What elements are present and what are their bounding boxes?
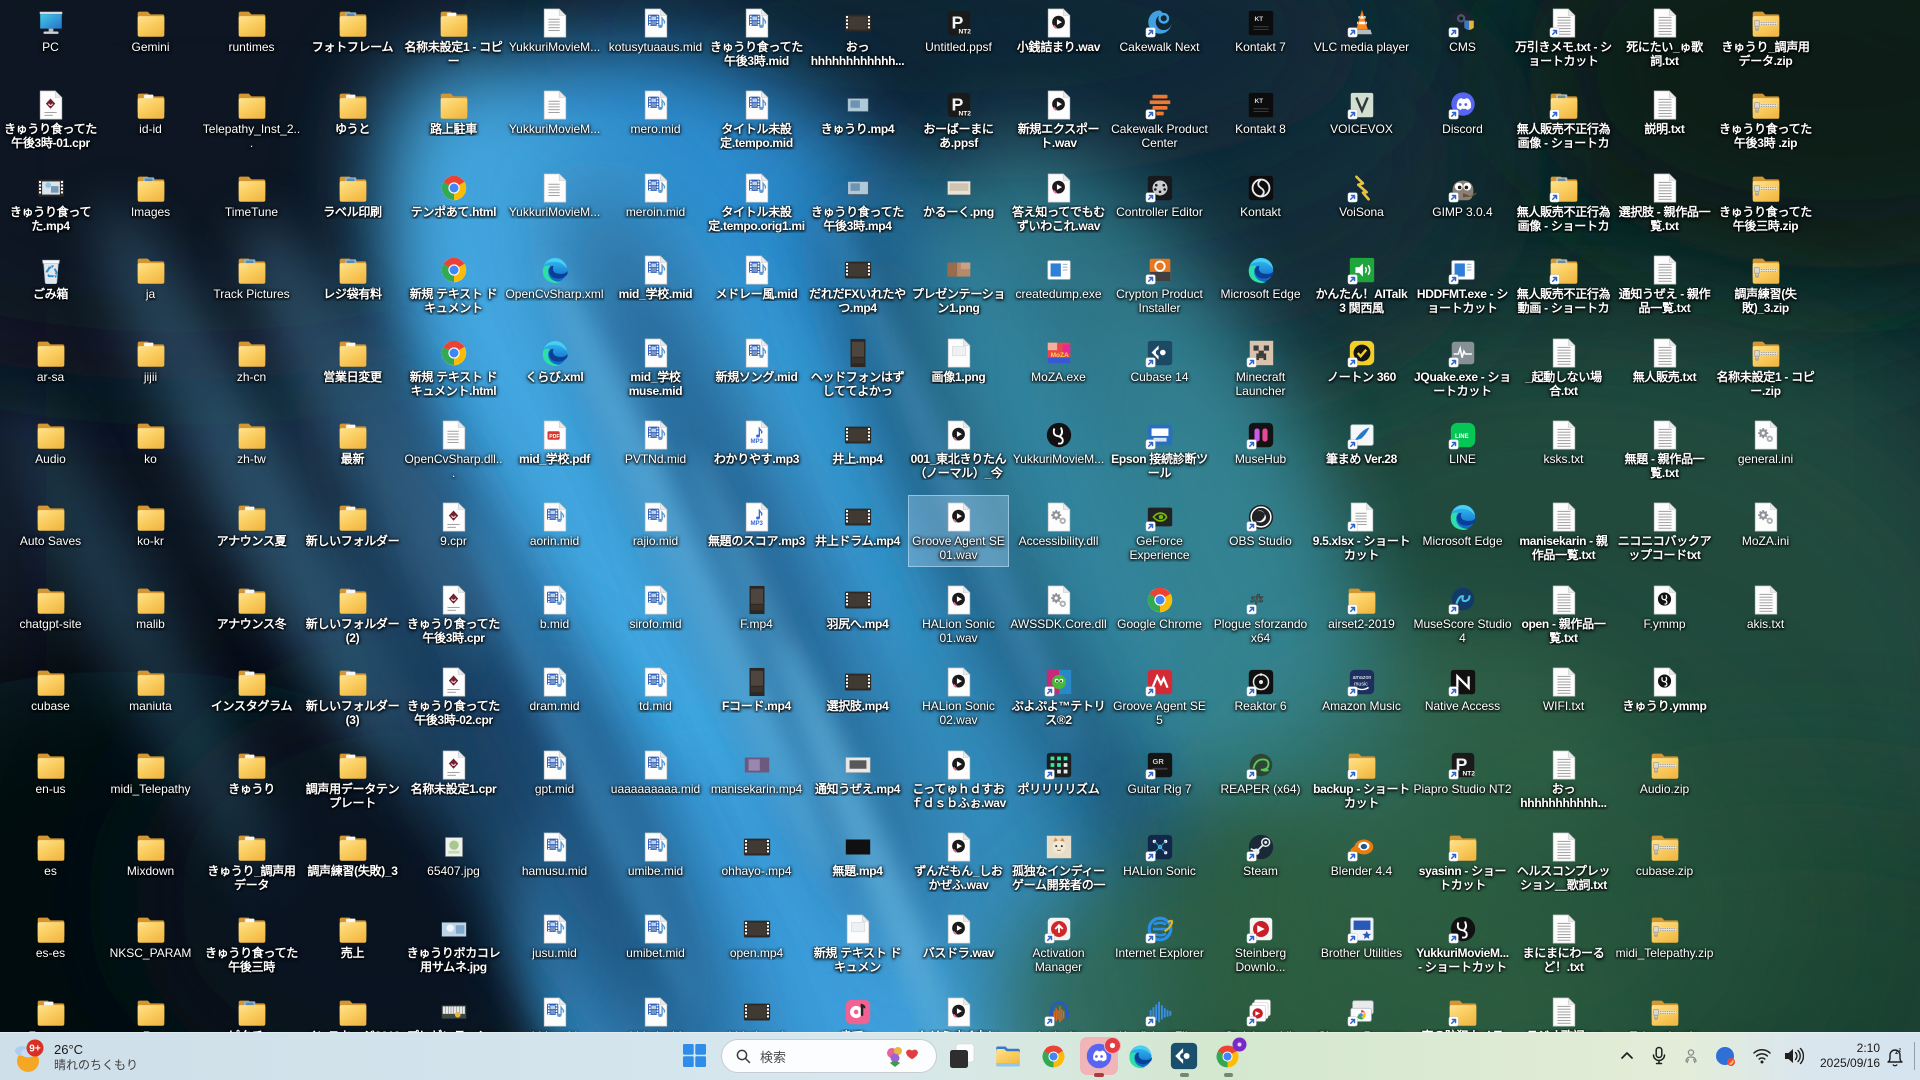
svg-text:9+: 9+ [29, 1044, 41, 1055]
svg-text:z: z [1899, 1048, 1902, 1054]
